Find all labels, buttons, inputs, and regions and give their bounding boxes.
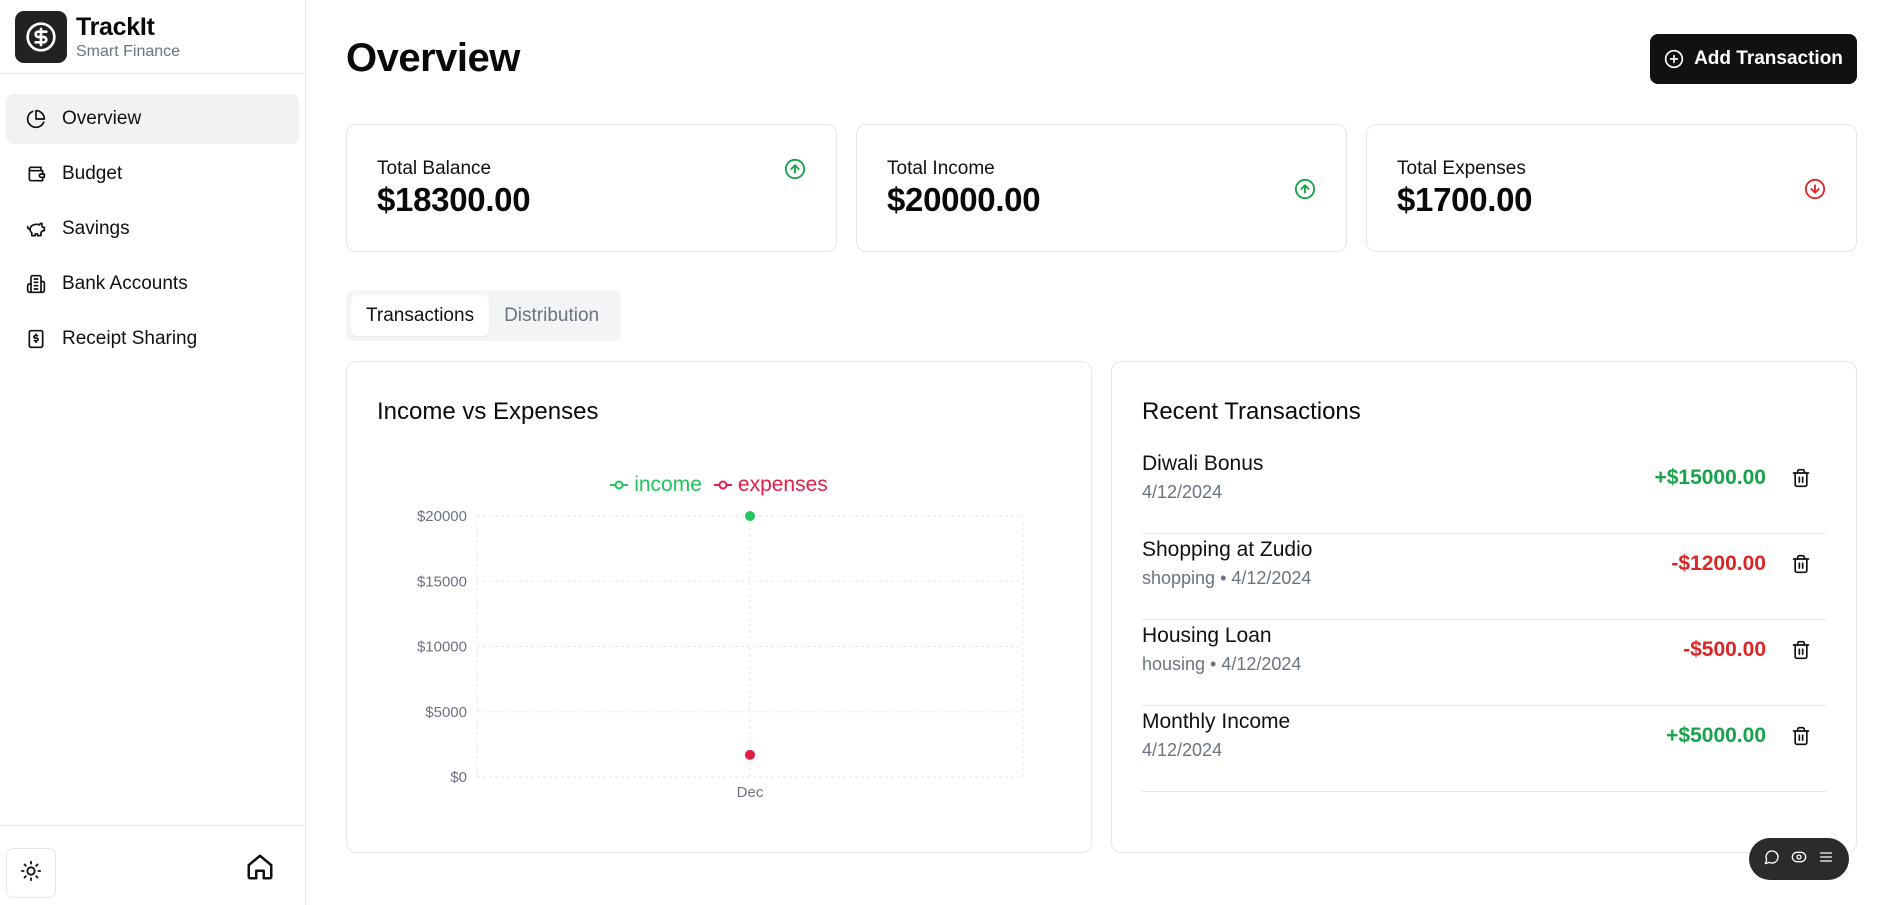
line-chart: $0 $5000 $10000 $15000 $20000 Dec — [417, 508, 1024, 801]
income-point — [745, 511, 755, 521]
total-balance-card: Total Balance $18300.00 — [346, 124, 837, 252]
sidebar-item-label: Overview — [62, 108, 142, 129]
theme-toggle-button[interactable] — [6, 848, 56, 898]
transaction-list: Diwali Bonus 4/12/2024 +$15000.00 Shoppi… — [1142, 448, 1826, 792]
sidebar-item-label: Receipt Sharing — [62, 328, 198, 349]
trash-icon — [1791, 468, 1811, 493]
tab-distribution[interactable]: Distribution — [489, 295, 614, 336]
arrow-up-circle-icon — [1294, 178, 1316, 200]
transaction-amount: -$500.00 — [1683, 638, 1766, 661]
arrow-up-circle-icon — [784, 158, 806, 180]
transaction-amount: +$15000.00 — [1654, 466, 1766, 489]
delete-button[interactable] — [1790, 726, 1812, 750]
transaction-name: Shopping at Zudio — [1142, 538, 1313, 561]
transaction-amount: -$1200.00 — [1671, 552, 1766, 575]
transaction-meta: housing • 4/12/2024 — [1142, 654, 1302, 674]
x-tick-label: Dec — [737, 784, 764, 801]
y-tick-label: $5000 — [425, 704, 467, 721]
arrow-down-circle-icon — [1804, 178, 1826, 200]
trash-icon — [1791, 640, 1811, 665]
transaction-name: Housing Loan — [1142, 624, 1272, 647]
stat-value: $20000.00 — [887, 181, 1041, 218]
sidebar-item-overview[interactable]: Overview — [6, 94, 299, 144]
brand-header[interactable]: TrackIt Smart Finance — [0, 0, 305, 74]
wallet-icon — [26, 164, 46, 184]
recent-transactions-panel: Recent Transactions Diwali Bonus 4/12/20… — [1111, 361, 1857, 853]
income-vs-expenses-panel: Income vs Expenses income expenses $0 $50… — [346, 361, 1092, 853]
trash-icon — [1791, 726, 1811, 751]
y-tick-label: $10000 — [417, 639, 467, 656]
add-transaction-button[interactable]: Add Transaction — [1650, 34, 1857, 84]
sidebar: TrackIt Smart Finance Overview Budget Sa… — [0, 0, 306, 905]
home-button[interactable] — [240, 849, 280, 889]
stat-value: $18300.00 — [377, 181, 531, 218]
piggy-bank-icon — [26, 219, 46, 239]
home-icon — [245, 852, 275, 887]
menu-icon[interactable] — [1818, 849, 1834, 870]
add-transaction-label: Add Transaction — [1694, 48, 1843, 69]
bank-icon — [26, 274, 46, 294]
sidebar-item-label: Bank Accounts — [62, 273, 188, 294]
eye-icon[interactable] — [1790, 849, 1808, 870]
receipt-icon — [26, 329, 46, 349]
delete-button[interactable] — [1790, 640, 1812, 664]
transaction-meta: 4/12/2024 — [1142, 740, 1223, 760]
sidebar-item-budget[interactable]: Budget — [6, 149, 299, 199]
sidebar-item-label: Savings — [62, 218, 130, 239]
brand-subtitle: Smart Finance — [76, 42, 181, 60]
main-content: Overview Add Transaction Total Balance $… — [306, 0, 1881, 905]
floating-toolbar — [1749, 838, 1849, 880]
pie-chart-icon — [26, 109, 46, 129]
total-income-card: Total Income $20000.00 — [856, 124, 1347, 252]
tab-transactions[interactable]: Transactions — [351, 295, 490, 336]
sidebar-item-bank-accounts[interactable]: Bank Accounts — [6, 259, 299, 309]
transaction-amount: +$5000.00 — [1666, 724, 1766, 747]
transaction-name: Monthly Income — [1142, 710, 1291, 733]
view-tabs: Transactions Distribution — [346, 290, 621, 341]
transaction-name: Diwali Bonus — [1142, 452, 1264, 475]
transaction-meta: shopping • 4/12/2024 — [1142, 568, 1312, 588]
stat-label: Total Expenses — [1397, 158, 1526, 179]
trash-icon — [1791, 554, 1811, 579]
transaction-row: Monthly Income 4/12/2024 +$5000.00 — [1142, 706, 1826, 792]
total-expenses-card: Total Expenses $1700.00 — [1366, 124, 1857, 252]
chat-icon[interactable] — [1764, 849, 1780, 870]
transaction-row: Shopping at Zudio shopping • 4/12/2024 -… — [1142, 534, 1826, 620]
transactions-title: Recent Transactions — [1142, 398, 1361, 425]
brand-title: TrackIt — [76, 12, 155, 41]
delete-button[interactable] — [1790, 554, 1812, 578]
delete-button[interactable] — [1790, 468, 1812, 492]
sidebar-item-savings[interactable]: Savings — [6, 204, 299, 254]
sidebar-nav: Overview Budget Savings Bank Accounts Re… — [0, 74, 305, 364]
dollar-logo-icon — [15, 10, 67, 63]
stat-value: $1700.00 — [1397, 181, 1533, 218]
sidebar-item-label: Budget — [62, 163, 123, 184]
transaction-row: Housing Loan housing • 4/12/2024 -$500.0… — [1142, 620, 1826, 706]
y-tick-label: $20000 — [417, 508, 467, 525]
y-tick-label: $15000 — [417, 573, 467, 590]
sidebar-item-receipt-sharing[interactable]: Receipt Sharing — [6, 314, 299, 364]
page-title: Overview — [346, 36, 520, 80]
transaction-meta: 4/12/2024 — [1142, 482, 1223, 502]
sun-icon — [20, 860, 42, 887]
plus-circle-icon — [1664, 49, 1684, 69]
sidebar-footer — [0, 825, 305, 905]
stat-label: Total Balance — [377, 158, 492, 179]
expenses-point — [745, 749, 755, 760]
transaction-row: Diwali Bonus 4/12/2024 +$15000.00 — [1142, 448, 1826, 534]
stat-label: Total Income — [887, 158, 995, 179]
y-tick-label: $0 — [450, 769, 467, 786]
